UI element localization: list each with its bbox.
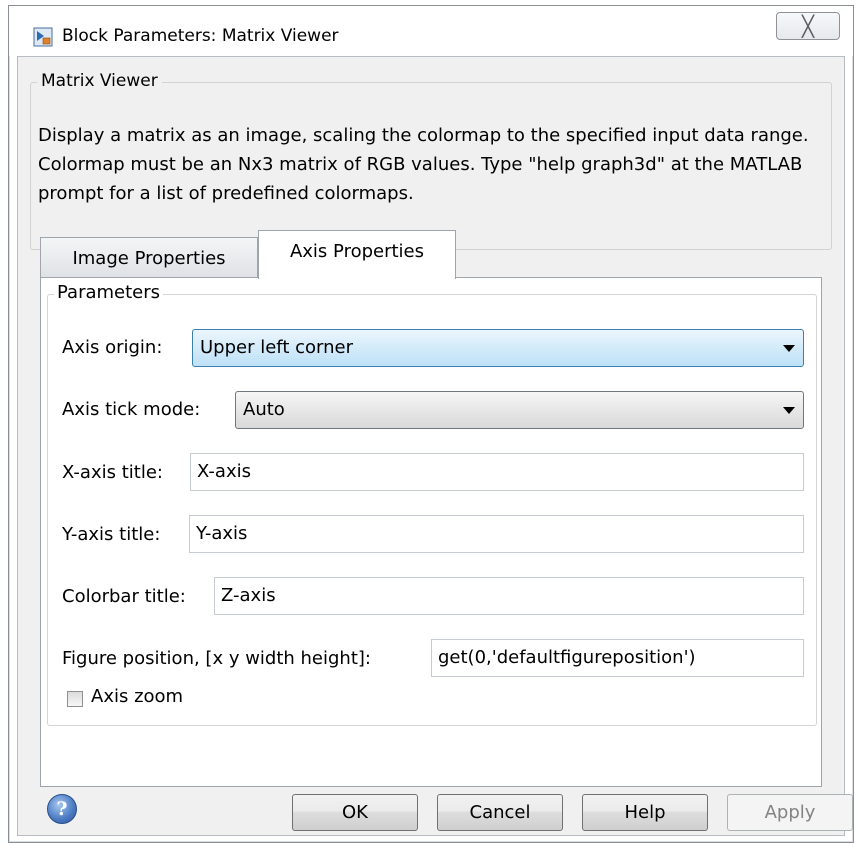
- colorbar-title-label: Colorbar title:: [62, 586, 186, 607]
- axis-origin-dropdown[interactable]: Upper left corner: [192, 329, 804, 367]
- parameters-group-title: Parameters: [54, 282, 164, 303]
- close-icon: ╳: [801, 14, 815, 38]
- axis-tick-mode-value: Auto: [243, 399, 285, 420]
- colorbar-title-field[interactable]: Z-axis: [214, 577, 804, 615]
- description-group: Matrix Viewer Display a matrix as an ima…: [30, 71, 832, 250]
- dialog-content: Matrix Viewer Display a matrix as an ima…: [17, 56, 853, 836]
- dialog-window: Block Parameters: Matrix Viewer ╳ Matrix…: [8, 5, 854, 843]
- window-title: Block Parameters: Matrix Viewer: [62, 26, 339, 46]
- x-axis-title-label: X-axis title:: [62, 462, 163, 483]
- x-axis-title-field[interactable]: X-axis: [190, 453, 804, 491]
- axis-origin-label: Axis origin:: [62, 337, 163, 358]
- chevron-down-icon: [783, 407, 795, 414]
- chevron-down-icon: [783, 345, 795, 352]
- axis-origin-value: Upper left corner: [200, 337, 353, 358]
- axis-zoom-label[interactable]: Axis zoom: [91, 686, 183, 707]
- tab-axis-properties[interactable]: Axis Properties: [258, 230, 456, 279]
- axis-zoom-checkbox[interactable]: [67, 691, 83, 707]
- y-axis-title-label: Y-axis title:: [62, 524, 161, 545]
- tab-image-properties[interactable]: Image Properties: [40, 237, 258, 277]
- parameters-group: Parameters Axis origin: Upper left corne…: [47, 282, 817, 726]
- y-axis-title-field[interactable]: Y-axis: [189, 515, 804, 553]
- title-bar[interactable]: Block Parameters: Matrix Viewer ╳: [9, 6, 853, 56]
- help-button[interactable]: Help: [582, 794, 708, 831]
- block-description: Display a matrix as an image, scaling th…: [38, 125, 809, 204]
- axis-tick-mode-dropdown[interactable]: Auto: [235, 391, 804, 429]
- axis-tick-mode-label: Axis tick mode:: [62, 399, 201, 420]
- figure-position-label: Figure position, [x y width height]:: [62, 648, 371, 669]
- apply-button[interactable]: Apply: [727, 794, 853, 831]
- cancel-button[interactable]: Cancel: [437, 794, 563, 831]
- help-icon[interactable]: ?: [47, 794, 77, 824]
- figure-position-field[interactable]: get(0,'defaultfigureposition'): [431, 639, 804, 677]
- close-button[interactable]: ╳: [776, 12, 840, 40]
- tab-panel: Parameters Axis origin: Upper left corne…: [40, 277, 822, 787]
- simulink-block-icon: [33, 27, 53, 47]
- ok-button[interactable]: OK: [292, 794, 418, 831]
- description-group-title: Matrix Viewer: [37, 71, 162, 91]
